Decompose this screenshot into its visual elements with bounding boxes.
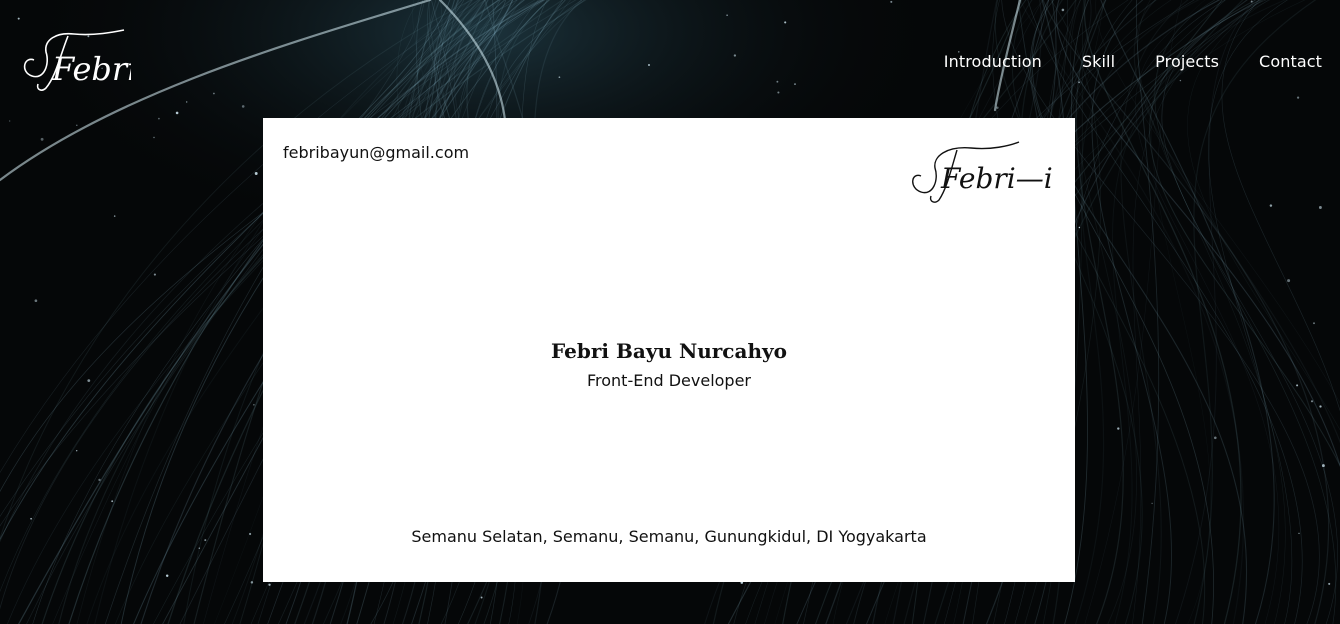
star-dot xyxy=(241,105,245,108)
star-dot xyxy=(1296,384,1299,387)
star-dot xyxy=(1321,464,1325,468)
star-dot xyxy=(17,17,20,20)
star-dot xyxy=(1214,436,1217,440)
star-dot xyxy=(784,21,787,24)
nav-skill[interactable]: Skill xyxy=(1082,52,1115,71)
star-dot xyxy=(1287,279,1291,283)
person-role: Front-End Developer xyxy=(586,371,752,390)
logo-text: Febri xyxy=(51,50,131,88)
star-dot xyxy=(268,583,271,586)
star-dot xyxy=(794,83,796,85)
star-dot xyxy=(1298,532,1300,534)
star-dot xyxy=(1078,226,1081,229)
star-dot xyxy=(776,80,779,83)
star-dot xyxy=(1269,204,1273,207)
email-text[interactable]: febribayun@gmail.com xyxy=(283,143,469,162)
star-dot xyxy=(30,517,32,520)
main-nav: Introduction Skill Projects Contact xyxy=(944,52,1322,71)
star-dot xyxy=(1078,81,1081,84)
star-dot xyxy=(9,120,11,122)
star-dot xyxy=(165,574,169,577)
star-dot xyxy=(480,596,483,599)
signature-text: Febri—i xyxy=(940,162,1053,195)
star-dot xyxy=(253,403,255,406)
star-dot xyxy=(186,101,188,103)
logo[interactable]: Febri xyxy=(16,26,131,96)
star-dot xyxy=(153,273,156,276)
star-dot xyxy=(777,91,780,94)
star-dot xyxy=(647,63,651,67)
star-dot xyxy=(558,76,561,79)
star-dot xyxy=(40,137,44,141)
star-dot xyxy=(153,136,155,139)
star-dot xyxy=(175,111,179,115)
star-dot xyxy=(198,547,201,549)
star-dot xyxy=(733,54,737,57)
star-dot xyxy=(111,500,114,503)
star-dot xyxy=(1250,0,1253,3)
nav-contact[interactable]: Contact xyxy=(1259,52,1322,71)
star-dot xyxy=(1179,79,1182,82)
star-dot xyxy=(1319,405,1322,408)
star-dot xyxy=(204,539,207,542)
star-dot xyxy=(98,478,101,482)
star-dot xyxy=(890,0,893,3)
business-card: febribayun@gmail.com Febri—i Febri Bayu … xyxy=(263,118,1075,582)
star-dot xyxy=(726,14,728,17)
star-dot xyxy=(1117,427,1120,430)
star-dot xyxy=(158,117,160,120)
star-dot xyxy=(1296,96,1300,99)
star-dot xyxy=(113,215,116,217)
star-dot xyxy=(1328,582,1331,585)
star-dot xyxy=(1151,502,1153,505)
person-address: Semanu Selatan, Semanu, Semanu, Gunungki… xyxy=(411,527,927,546)
star-dot xyxy=(76,124,78,127)
star-dot xyxy=(87,379,91,382)
nav-introduction[interactable]: Introduction xyxy=(944,52,1042,71)
star-dot xyxy=(1318,206,1322,209)
person-name: Febri Bayu Nurcahyo xyxy=(551,339,787,363)
star-dot xyxy=(34,299,38,303)
star-dot xyxy=(1313,322,1315,325)
star-dot xyxy=(249,532,252,536)
star-dot xyxy=(250,581,254,584)
star-dot xyxy=(254,172,258,175)
star-dot xyxy=(996,106,999,110)
nav-projects[interactable]: Projects xyxy=(1155,52,1219,71)
star-dot xyxy=(213,92,215,95)
star-dot xyxy=(75,449,78,452)
star-dot xyxy=(1061,8,1065,12)
star-dot xyxy=(1310,400,1314,403)
signature: Febri—i xyxy=(912,141,1053,203)
